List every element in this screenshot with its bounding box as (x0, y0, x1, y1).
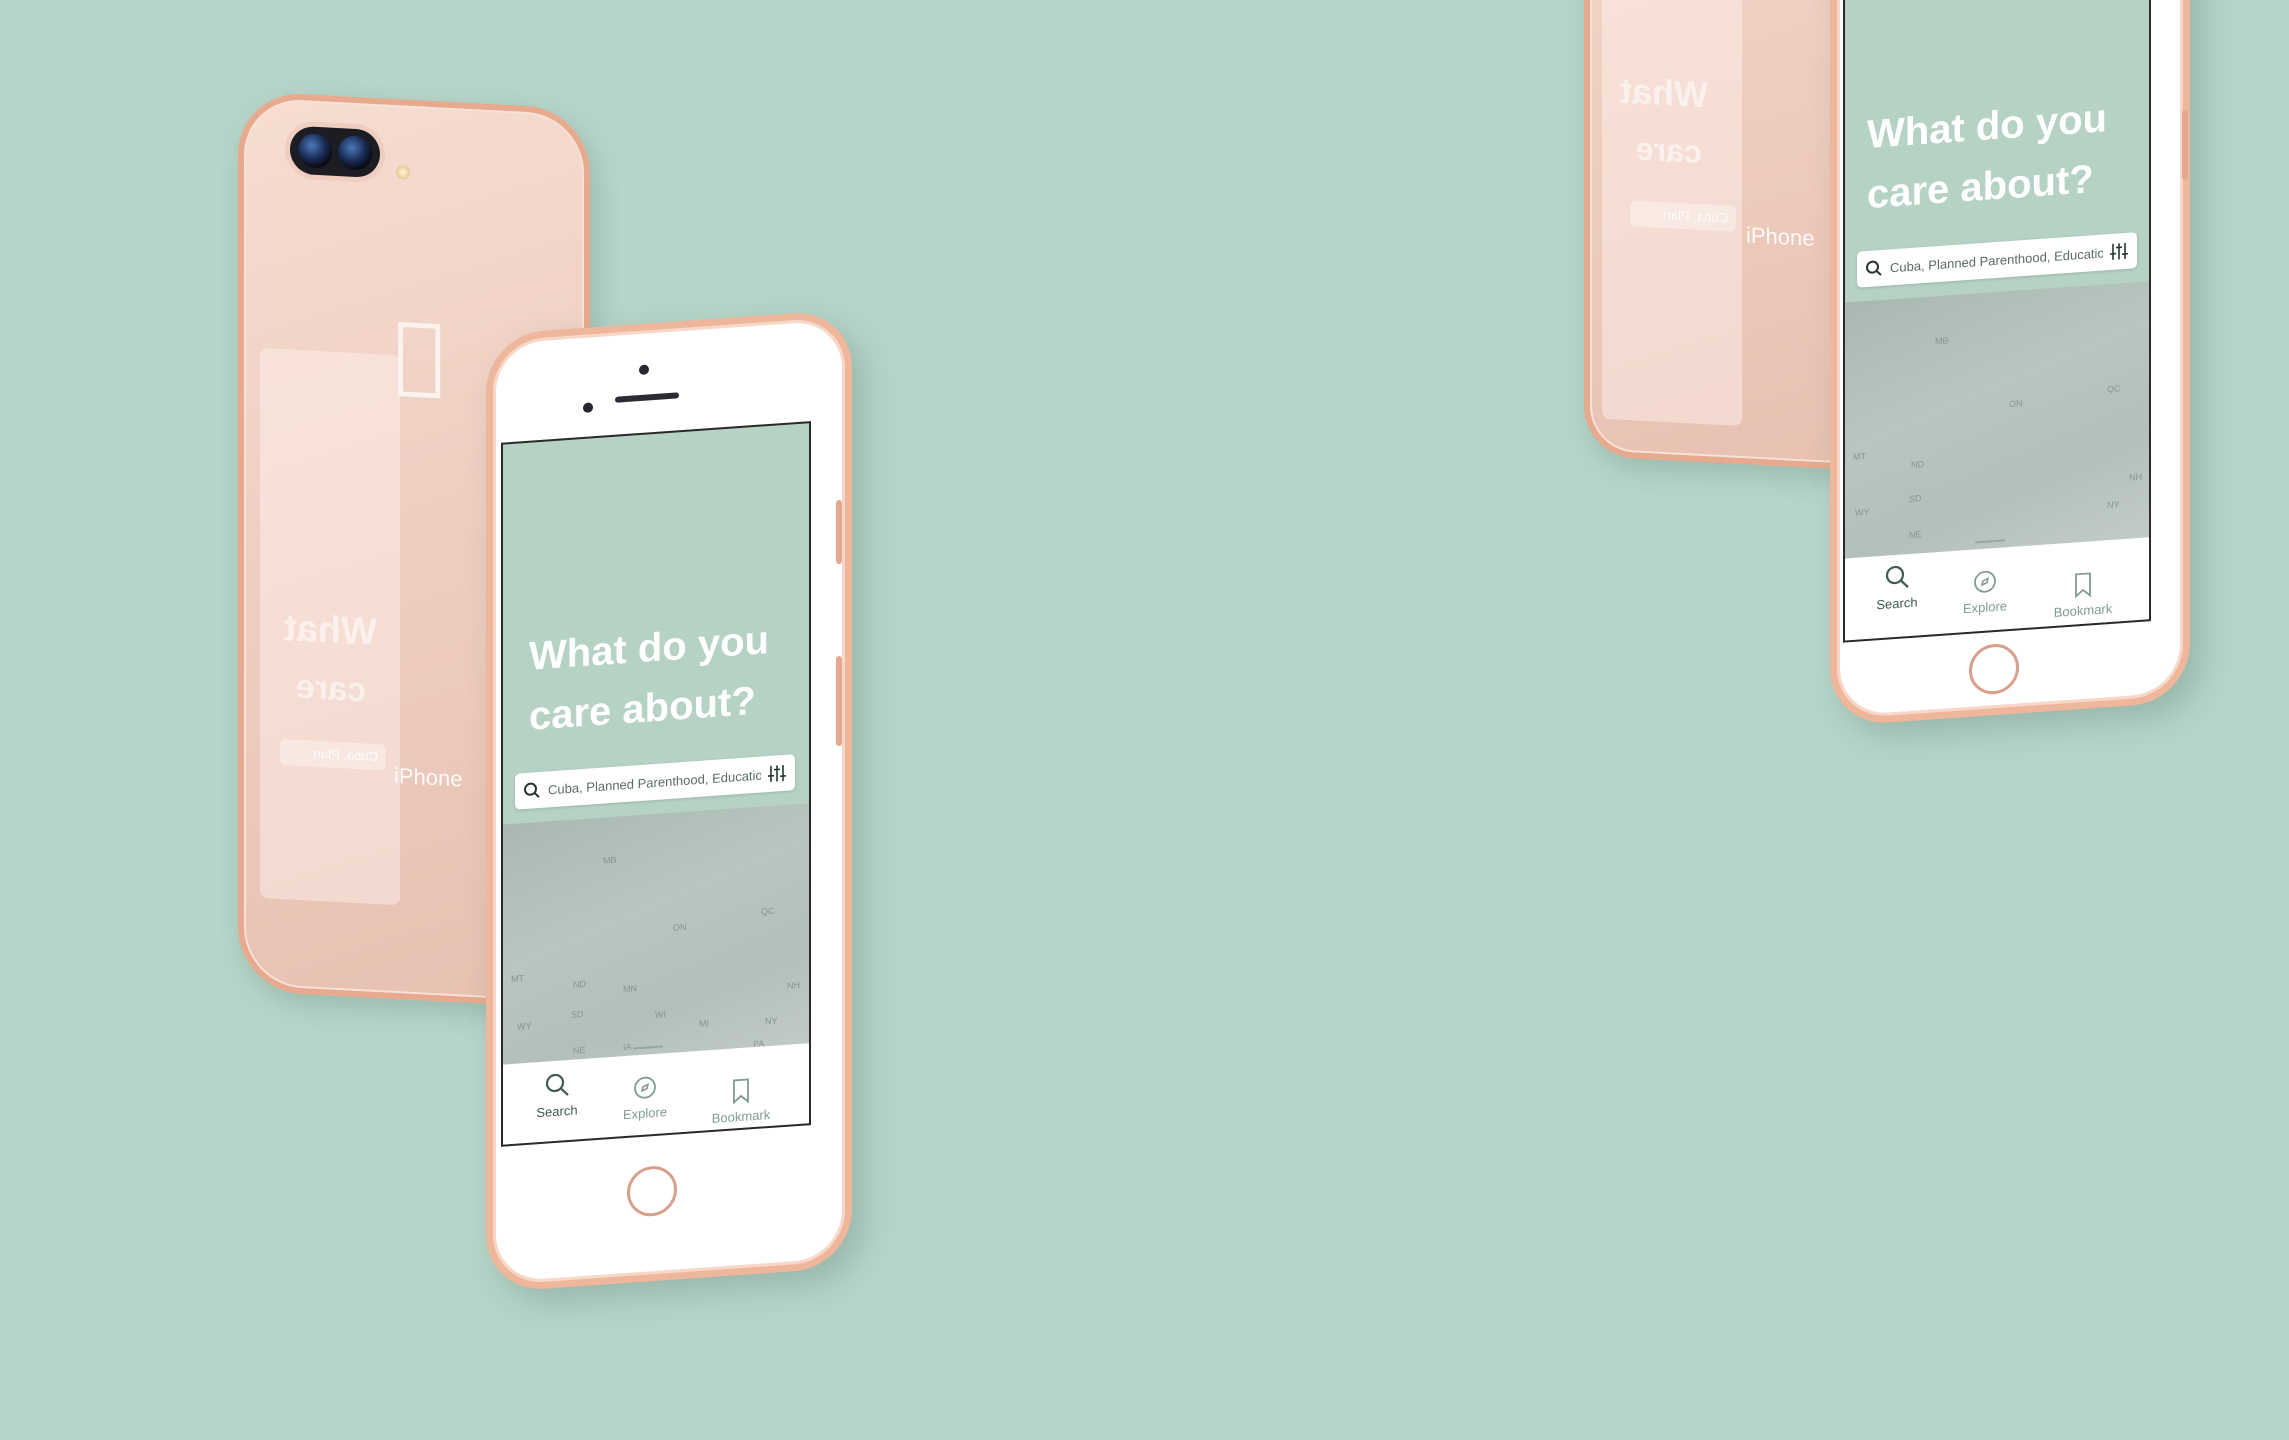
map-label: WI (655, 1009, 666, 1020)
proximity-sensor-icon (583, 402, 593, 414)
search-icon (545, 1073, 569, 1096)
map-label: WY (517, 1020, 532, 1032)
app-screen: What do you care about? Cuba, Planned Pa… (501, 421, 811, 1147)
bookmark-icon (2075, 572, 2091, 599)
flash-icon (396, 165, 410, 180)
map-label: NE (1909, 529, 1922, 541)
sliders-icon[interactable] (2109, 242, 2129, 261)
iphone-brand-text: iPhone (394, 762, 463, 792)
mirrored-headline-2: care (1636, 130, 1702, 171)
tab-explore[interactable]: Explore (613, 1072, 677, 1122)
camera-lens-icon (338, 135, 372, 171)
tab-label: Search (536, 1102, 578, 1121)
mirrored-headline-1: What (1620, 69, 1708, 116)
map-view[interactable]: MB ON QC MT ND SD WY NE NH NY (1845, 281, 2149, 561)
search-placeholder: Cuba, Planned Parenthood, Education... (548, 767, 761, 797)
search-input[interactable]: Cuba, Planned Parenthood, Education... (1857, 232, 2137, 288)
map-label: MT (1853, 451, 1866, 462)
map-label: ON (2009, 398, 2023, 410)
map-label: NH (787, 979, 800, 991)
apple-logo-icon:  (394, 303, 444, 404)
map-label: MI (699, 1018, 709, 1029)
tab-label: Explore (1962, 598, 2008, 617)
map-label: ND (573, 978, 586, 990)
bookmark-icon (733, 1078, 749, 1105)
tab-label: Bookmark (711, 1106, 771, 1127)
tab-search[interactable]: Search (525, 1069, 589, 1121)
camera-lens-icon (298, 132, 332, 169)
left-phone-front: What do you care about? Cuba, Planned Pa… (486, 309, 852, 1293)
map-label: QC (2107, 383, 2121, 395)
map-label: IA (623, 1041, 632, 1053)
map-label: ON (673, 921, 687, 933)
map-label: NE (573, 1044, 586, 1056)
tab-search[interactable]: Search (1865, 561, 1929, 613)
map-label: MB (1935, 335, 1949, 347)
right-phone-front: What do you care about? Cuba, Planned Pa… (1830, 0, 2190, 727)
dual-camera-bump (290, 125, 380, 179)
side-button (2182, 110, 2188, 180)
mirrored-search: Cuba, Plan (280, 738, 386, 771)
map-label: SD (571, 1008, 584, 1020)
search-icon (1885, 565, 1909, 588)
app-screen: What do you care about? Cuba, Planned Pa… (1843, 0, 2151, 643)
mirrored-headline-2: care (296, 667, 366, 710)
earpiece-speaker (615, 392, 679, 403)
map-label: WY (1855, 506, 1870, 518)
search-input[interactable]: Cuba, Planned Parenthood, Education... (515, 754, 795, 810)
mirrored-search: Cuba, Plan (1630, 200, 1736, 232)
mirrored-headline-1: What (284, 607, 377, 655)
tab-label: Bookmark (2053, 600, 2113, 620)
map-label: NH (2129, 471, 2142, 483)
tab-label: Search (1876, 594, 1918, 613)
tab-bookmark[interactable]: Bookmark (703, 1075, 779, 1126)
tab-label: Explore (622, 1104, 668, 1123)
map-view[interactable]: MB ON QC MT ND MN SD WY NE IA NY PA NH W… (503, 803, 809, 1075)
map-label: SD (1909, 493, 1922, 505)
tab-explore[interactable]: Explore (1953, 567, 2017, 617)
compass-icon (1974, 570, 1996, 593)
tab-bookmark[interactable]: Bookmark (2043, 569, 2123, 621)
front-camera-icon (639, 364, 649, 376)
search-placeholder: Cuba, Planned Parenthood, Education... (1890, 244, 2103, 275)
compass-icon (634, 1076, 656, 1099)
side-button (836, 656, 842, 746)
map-label: MB (603, 854, 617, 866)
map-label: QC (761, 905, 775, 917)
search-icon (524, 782, 540, 798)
iphone-brand-text: iPhone (1746, 222, 1815, 251)
map-label: NY (2107, 499, 2120, 511)
search-icon (1866, 260, 1882, 276)
map-label: NY (765, 1015, 778, 1027)
map-label: MT (511, 973, 524, 985)
sliders-icon[interactable] (767, 764, 787, 783)
home-button[interactable] (1969, 642, 2019, 696)
map-label: ND (1911, 459, 1924, 470)
side-button (836, 500, 842, 564)
home-button[interactable] (627, 1164, 677, 1218)
map-label: MN (623, 983, 637, 995)
